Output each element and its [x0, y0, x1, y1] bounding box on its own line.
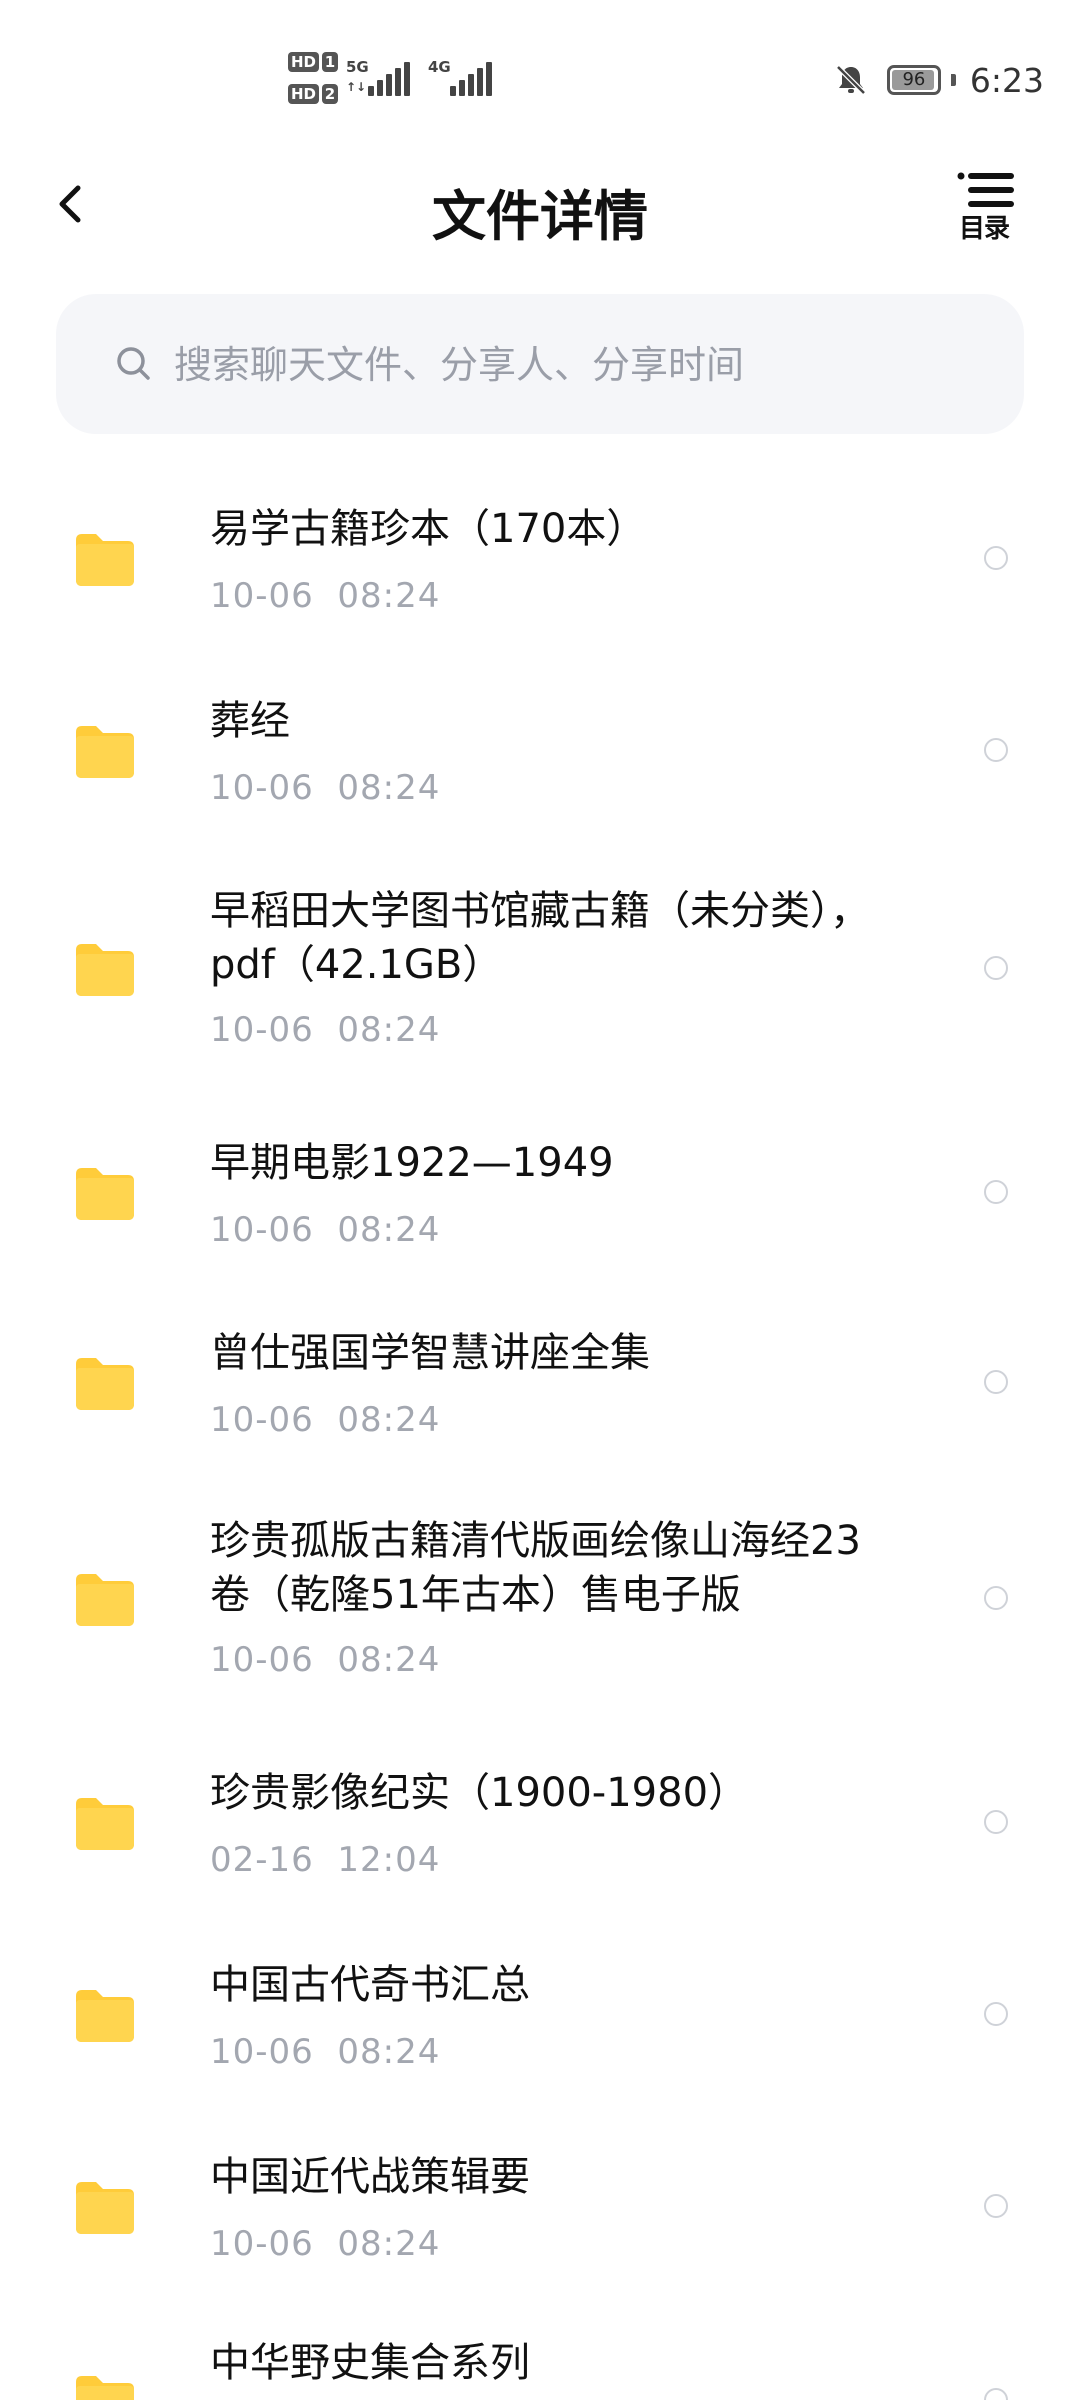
status-bar: HD 1 HD 2 5G ↑↓ 4G 96 6:23	[0, 0, 1080, 140]
file-row[interactable]: 珍贵孤版古籍清代版画绘像山海经23卷（乾隆51年古本）售电子版 10-06 08…	[0, 1454, 1080, 1700]
page-title: 文件详情	[432, 185, 648, 248]
folder-icon	[76, 2376, 134, 2400]
folder-icon	[76, 1798, 134, 1850]
file-time: 10-06 08:24	[210, 1210, 441, 1250]
file-time: 10-06 08:24	[210, 576, 441, 616]
battery-icon: 96	[886, 65, 941, 95]
file-time: 10-06 08:24	[210, 768, 441, 808]
select-checkbox[interactable]	[984, 2002, 1008, 2026]
select-checkbox[interactable]	[984, 738, 1008, 762]
select-checkbox[interactable]	[984, 1810, 1008, 1834]
folder-icon	[76, 1168, 134, 1220]
folder-icon	[76, 1990, 134, 2042]
folder-icon	[76, 2182, 134, 2234]
file-row[interactable]: 珍贵影像纪实（1900-1980） 02-16 12:04	[0, 1700, 1080, 1892]
folder-icon	[76, 1358, 134, 1410]
toc-label: 目录	[958, 214, 1010, 244]
file-row[interactable]: 葬经 10-06 08:24	[0, 632, 1080, 824]
sim2-network-type: 4G	[428, 58, 451, 76]
hd-badge-1-number: 1	[322, 52, 339, 72]
file-row[interactable]: 中国近代战策辑要 10-06 08:24	[0, 2084, 1080, 2276]
sim1-signal-icon: 5G ↑↓	[346, 58, 418, 98]
select-checkbox[interactable]	[984, 1586, 1008, 1610]
hd-badge-2-number: 2	[322, 84, 339, 104]
file-time: 10-06 08:24	[210, 2032, 441, 2072]
file-row[interactable]: 易学古籍珍本（170本） 10-06 08:24	[0, 440, 1080, 632]
file-name: 易学古籍珍本（170本）	[210, 506, 647, 552]
toc-icon	[957, 172, 1014, 207]
file-time: 02-16 12:04	[210, 1840, 441, 1880]
sim2-signal-icon: 4G	[428, 58, 500, 98]
select-checkbox[interactable]	[984, 546, 1008, 570]
folder-icon	[76, 944, 134, 996]
file-time: 10-06 08:24	[210, 1640, 441, 1680]
file-name: 珍贵影像纪实（1900-1980）	[210, 1770, 749, 1816]
select-checkbox[interactable]	[984, 1370, 1008, 1394]
file-name: 中华野史集合系列	[210, 2340, 530, 2386]
header: 文件详情 目录	[0, 150, 1080, 260]
folder-icon	[76, 1574, 134, 1626]
folder-icon	[76, 534, 134, 586]
file-row[interactable]: 中华野史集合系列	[0, 2276, 1080, 2400]
search-input[interactable]	[172, 294, 996, 436]
file-name: 早稻田大学图书馆藏古籍（未分类），pdf（42.1GB）	[210, 888, 870, 988]
battery-tip	[950, 74, 956, 86]
select-checkbox[interactable]	[984, 2194, 1008, 2218]
sim1-network-type: 5G	[346, 58, 369, 76]
file-details-screen: HD 1 HD 2 5G ↑↓ 4G 96 6:23 文件详情 目录 搜索聊天文…	[0, 0, 1080, 2400]
search-icon	[117, 347, 150, 380]
file-name: 中国近代战策辑要	[210, 2154, 530, 2200]
file-row[interactable]: 早期电影1922—1949 10-06 08:24	[0, 1070, 1080, 1262]
file-name: 珍贵孤版古籍清代版画绘像山海经23卷（乾隆51年古本）售电子版	[210, 1518, 861, 1618]
file-time: 10-06 08:24	[210, 2224, 441, 2264]
file-name: 葬经	[210, 698, 290, 744]
status-bar-right: 96 6:23	[833, 56, 1044, 104]
bell-muted-icon	[836, 65, 866, 95]
file-name: 早期电影1922—1949	[210, 1140, 614, 1186]
file-name: 曾仕强国学智慧讲座全集	[210, 1330, 650, 1376]
clock: 6:23	[969, 60, 1044, 100]
file-name: 中国古代奇书汇总	[210, 1962, 530, 2008]
file-row[interactable]: 曾仕强国学智慧讲座全集 10-06 08:24	[0, 1262, 1080, 1454]
search-bar[interactable]	[56, 294, 1024, 436]
sim1-data-arrows: ↑↓	[346, 80, 367, 94]
folder-icon	[76, 726, 134, 778]
battery-level: 96	[902, 69, 926, 90]
select-checkbox[interactable]	[984, 956, 1008, 980]
hd-badge-1: HD	[288, 52, 320, 72]
file-row[interactable]: 早稻田大学图书馆藏古籍（未分类），pdf（42.1GB） 10-06 08:24	[0, 824, 1080, 1070]
file-row[interactable]: 中国古代奇书汇总 10-06 08:24	[0, 1892, 1080, 2084]
file-time: 10-06 08:24	[210, 1010, 441, 1050]
file-time: 10-06 08:24	[210, 1400, 441, 1440]
select-checkbox[interactable]	[984, 2388, 1008, 2400]
hd-indicators: HD 1 HD 2	[288, 48, 344, 112]
select-checkbox[interactable]	[984, 1180, 1008, 1204]
hd-badge-2: HD	[288, 84, 320, 104]
toc-button[interactable]: 目录	[948, 168, 1020, 244]
